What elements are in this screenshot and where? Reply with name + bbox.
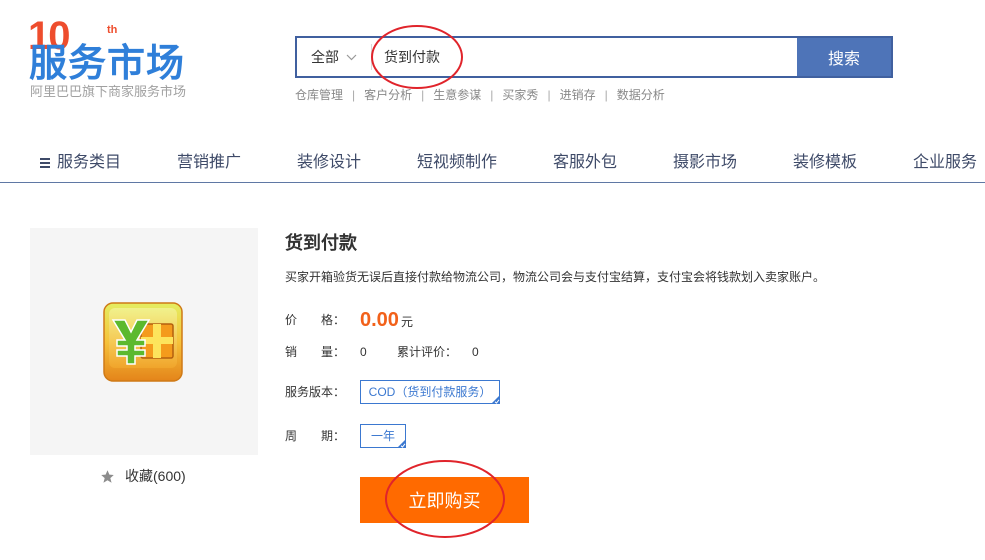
search-bar: 全部 搜索	[295, 36, 893, 78]
favorite-label: 收藏(600)	[125, 468, 186, 484]
cod-payment-icon	[103, 302, 183, 382]
price-currency: 元	[401, 315, 414, 329]
star-icon	[101, 469, 114, 483]
hot-link-business-advisor[interactable]: 生意参谋	[433, 87, 481, 103]
main-nav: 服务类目 营销推广 装修设计 短视频制作 客服外包 摄影市场 装修模板 企业服务	[0, 147, 985, 183]
price-label: 价 格：	[285, 313, 346, 327]
reviews-label: 累计评价：	[397, 345, 458, 359]
search-input[interactable]	[372, 38, 797, 76]
hot-link-separator: |	[547, 88, 551, 102]
product-description: 买家开箱验货无误后直接付款给物流公司，物流公司会与支付宝结算，支付宝会将钱款划入…	[285, 270, 826, 284]
search-category-dropdown[interactable]: 全部	[297, 38, 371, 76]
logo-anniversary-suffix: th	[107, 24, 118, 36]
period-option[interactable]: 一年	[360, 424, 406, 448]
selected-check-icon	[397, 439, 406, 448]
nav-item-customer-service[interactable]: 客服外包	[553, 153, 617, 173]
hot-link-data-analysis[interactable]: 数据分析	[617, 87, 665, 103]
logo-subtitle: 阿里巴巴旗下商家服务市场	[30, 84, 187, 99]
hot-link-warehouse[interactable]: 仓库管理	[295, 87, 343, 103]
site-logo[interactable]: 10 th 服务市场 阿里巴巴旗下商家服务市场	[0, 0, 200, 105]
version-option[interactable]: COD（货到付款服务）	[360, 380, 500, 404]
selected-check-icon	[491, 395, 500, 404]
menu-icon	[40, 158, 50, 168]
nav-item-store-design[interactable]: 装修设计	[297, 153, 361, 173]
nav-item-enterprise[interactable]: 企业服务	[913, 153, 977, 173]
logo-title: 服务市场	[29, 43, 186, 85]
chevron-down-icon	[346, 54, 357, 60]
reviews-value: 0	[472, 345, 479, 359]
nav-item-photography[interactable]: 摄影市场	[673, 153, 737, 173]
period-option-label: 一年	[370, 429, 395, 443]
period-label: 周 期：	[285, 429, 346, 443]
search-button[interactable]: 搜索	[797, 38, 891, 76]
nav-item-short-video[interactable]: 短视频制作	[417, 153, 497, 173]
hot-link-separator: |	[490, 88, 494, 102]
hot-link-separator: |	[421, 88, 425, 102]
nav-item-label: 服务类目	[57, 154, 122, 171]
price-value: 0.00	[360, 309, 399, 331]
nav-item-marketing[interactable]: 营销推广	[177, 153, 241, 173]
hot-search-links: 仓库管理 | 客户分析 | 生意参谋 | 买家秀 | 进销存 | 数据分析	[295, 87, 665, 103]
search-category-label: 全部	[311, 49, 339, 65]
product-title: 货到付款	[285, 233, 357, 253]
nav-item-templates[interactable]: 装修模板	[793, 153, 857, 173]
version-label: 服务版本：	[285, 385, 346, 399]
hot-link-separator: |	[352, 88, 356, 102]
hot-link-customer-analysis[interactable]: 客户分析	[364, 87, 412, 103]
buy-now-button[interactable]: 立即购买	[360, 477, 529, 523]
product-image	[30, 228, 258, 455]
favorite-button[interactable]: 收藏(600)	[100, 467, 186, 485]
hot-link-buyer-show[interactable]: 买家秀	[502, 87, 538, 103]
hot-link-inventory[interactable]: 进销存	[560, 87, 596, 103]
version-option-label: COD（货到付款服务）	[368, 385, 492, 399]
hot-link-separator: |	[604, 88, 608, 102]
sales-value: 0	[360, 345, 367, 359]
sales-label: 销 量：	[285, 345, 346, 359]
nav-item-service-categories[interactable]: 服务类目	[40, 153, 121, 173]
